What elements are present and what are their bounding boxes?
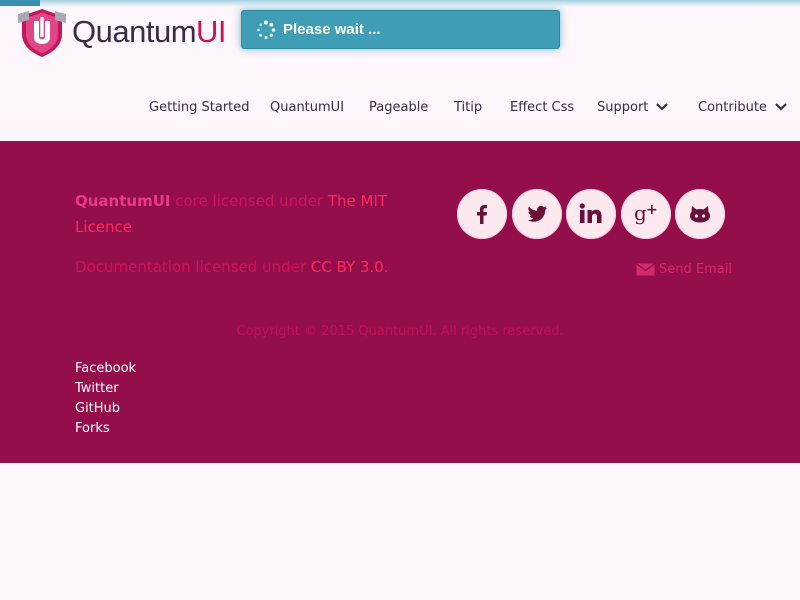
linkedin-icon <box>579 203 602 223</box>
nav-item-label: Contribute <box>698 99 767 115</box>
header: QuantumUI Please wait ... Getting Starte… <box>0 0 800 141</box>
footer-link-facebook[interactable]: Facebook <box>75 359 136 379</box>
svg-text:+: + <box>646 202 658 218</box>
footer-links: Facebook Twitter GitHub Forks <box>75 359 136 439</box>
nav-item-pageable[interactable]: Pageable <box>369 97 428 117</box>
chevron-down-icon <box>656 103 669 111</box>
footer: QuantumUI core licensed under The MIT Li… <box>0 141 800 463</box>
nav-item-getting-started[interactable]: Getting Started <box>149 97 250 117</box>
nav-item-quantumui[interactable]: QuantumUI <box>270 97 344 117</box>
license-text: Documentation licensed under <box>75 258 311 276</box>
main-nav: Getting Started QuantumUI Pageable Titip… <box>0 97 800 117</box>
logo-text: QuantumUI <box>72 14 227 49</box>
github-icon <box>690 206 710 223</box>
docs-license-text: Documentation licensed under CC BY 3.0. <box>75 254 395 280</box>
nav-item-label: Pageable <box>369 99 429 115</box>
social-icons: g + <box>457 189 730 239</box>
nav-item-effect-css[interactable]: Effect Css <box>510 97 574 117</box>
facebook-button[interactable] <box>457 189 507 239</box>
nav-item-label: Support <box>597 99 649 115</box>
twitter-icon <box>527 205 547 222</box>
linkedin-button[interactable] <box>566 189 616 239</box>
brand-name: QuantumUI <box>75 192 171 210</box>
chevron-down-icon <box>775 103 787 111</box>
nav-item-support[interactable]: Support <box>597 97 669 117</box>
loading-text: Please wait ... <box>283 21 381 38</box>
nav-item-label: Getting Started <box>149 99 250 115</box>
spinner-icon <box>257 20 276 39</box>
copyright-text: Copyright © 2015 QuantumUI. All rights r… <box>236 324 564 339</box>
nav-item-label: Titip <box>454 99 483 115</box>
footer-link-forks[interactable]: Forks <box>75 419 136 439</box>
send-email-label: Send Email <box>659 262 732 277</box>
license-text: core licensed under <box>170 192 328 210</box>
facebook-icon <box>477 205 487 224</box>
google-plus-button[interactable]: g + <box>620 189 671 239</box>
nav-item-label: QuantumUI <box>270 99 345 115</box>
send-email-link[interactable]: Send Email <box>636 262 732 277</box>
cc-by-link[interactable]: CC BY 3.0. <box>311 258 389 276</box>
quantumui-shield-icon <box>18 9 66 57</box>
google-plus-icon: g + <box>634 201 658 225</box>
nav-item-label: Effect Css <box>510 99 575 115</box>
nav-item-titip[interactable]: Titip <box>454 97 482 117</box>
envelope-icon <box>636 263 655 276</box>
logo[interactable]: QuantumUI <box>16 6 227 58</box>
footer-link-github[interactable]: GitHub <box>75 399 136 419</box>
footer-link-twitter[interactable]: Twitter <box>75 379 136 399</box>
github-button[interactable] <box>675 189 725 239</box>
nav-item-contribute[interactable]: Contribute <box>698 97 787 117</box>
core-license-text: QuantumUI core licensed under The MIT Li… <box>75 188 395 240</box>
twitter-button[interactable] <box>511 189 562 239</box>
loading-notification: Please wait ... <box>241 10 560 49</box>
